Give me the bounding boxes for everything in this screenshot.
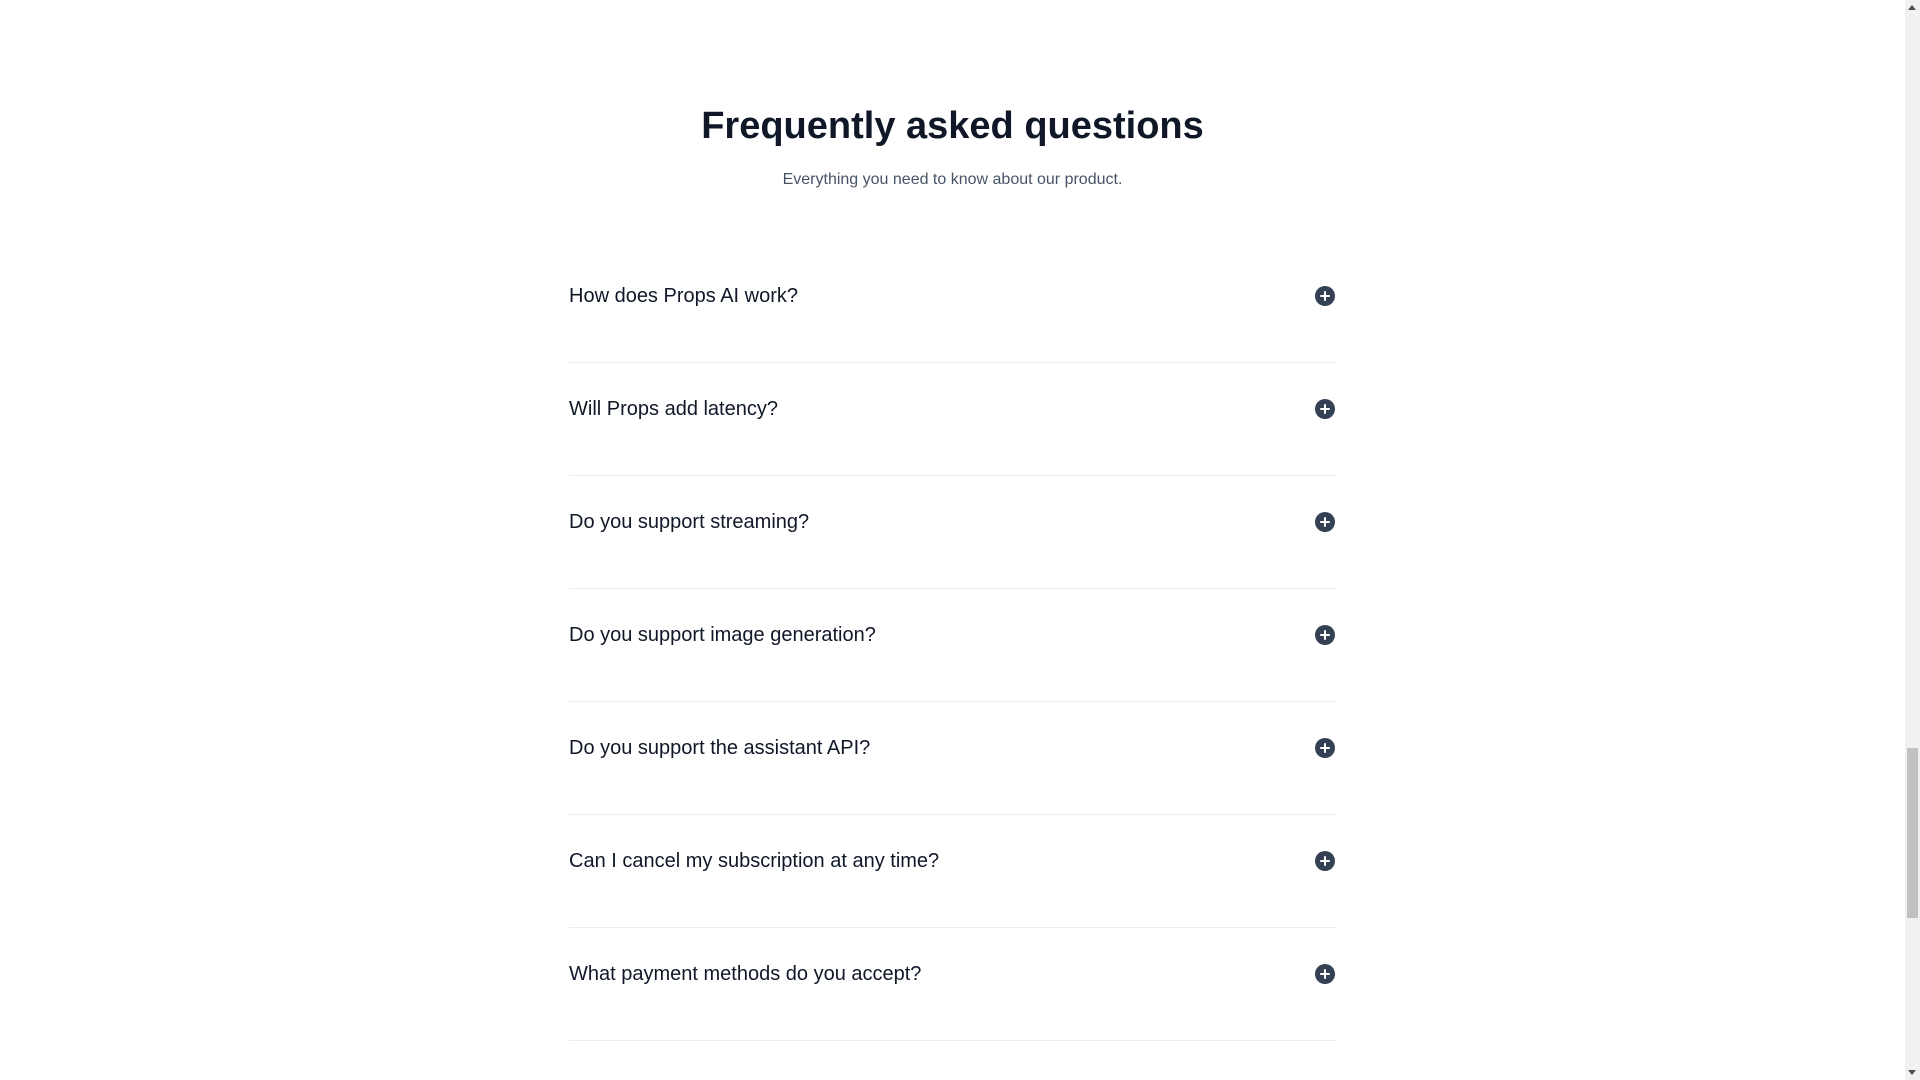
faq-title: Frequently asked questions: [701, 105, 1204, 147]
faq-question: How does Props AI work?: [569, 285, 798, 307]
plus-circle-icon[interactable]: [1315, 964, 1335, 984]
faq-item[interactable]: How does Props AI work?: [569, 250, 1337, 363]
plus-circle-icon[interactable]: [1315, 512, 1335, 532]
faq-item[interactable]: Will Props add latency?: [569, 363, 1337, 476]
faq-item[interactable]: Do you support image generation?: [569, 589, 1337, 702]
faq-list: How does Props AI work? Will Props add l…: [569, 250, 1337, 1041]
plus-circle-icon[interactable]: [1315, 625, 1335, 645]
faq-item[interactable]: Can I cancel my subscription at any time…: [569, 815, 1337, 928]
faq-subtitle: Everything you need to know about our pr…: [782, 171, 1123, 188]
plus-circle-icon[interactable]: [1315, 851, 1335, 871]
vertical-scrollbar[interactable]: [1905, 0, 1920, 1080]
plus-circle-icon[interactable]: [1315, 286, 1335, 306]
faq-question: Do you support image generation?: [569, 624, 876, 646]
scroll-up-icon[interactable]: [1908, 5, 1916, 10]
faq-question: What payment methods do you accept?: [569, 963, 922, 985]
faq-question: Can I cancel my subscription at any time…: [569, 850, 940, 872]
faq-question: Do you support the assistant API?: [569, 737, 871, 759]
scroll-down-icon[interactable]: [1908, 1070, 1916, 1075]
page: Frequently asked questions Everything yo…: [0, 0, 1920, 1080]
faq-section: Frequently asked questions Everything yo…: [0, 0, 1905, 1080]
plus-circle-icon[interactable]: [1315, 738, 1335, 758]
plus-circle-icon[interactable]: [1315, 399, 1335, 419]
faq-item[interactable]: Do you support the assistant API?: [569, 702, 1337, 815]
faq-question: Will Props add latency?: [569, 398, 778, 420]
faq-question: Do you support streaming?: [569, 511, 810, 533]
faq-item[interactable]: What payment methods do you accept?: [569, 928, 1337, 1041]
faq-item[interactable]: Do you support streaming?: [569, 476, 1337, 589]
scrollbar-thumb[interactable]: [1907, 748, 1918, 918]
